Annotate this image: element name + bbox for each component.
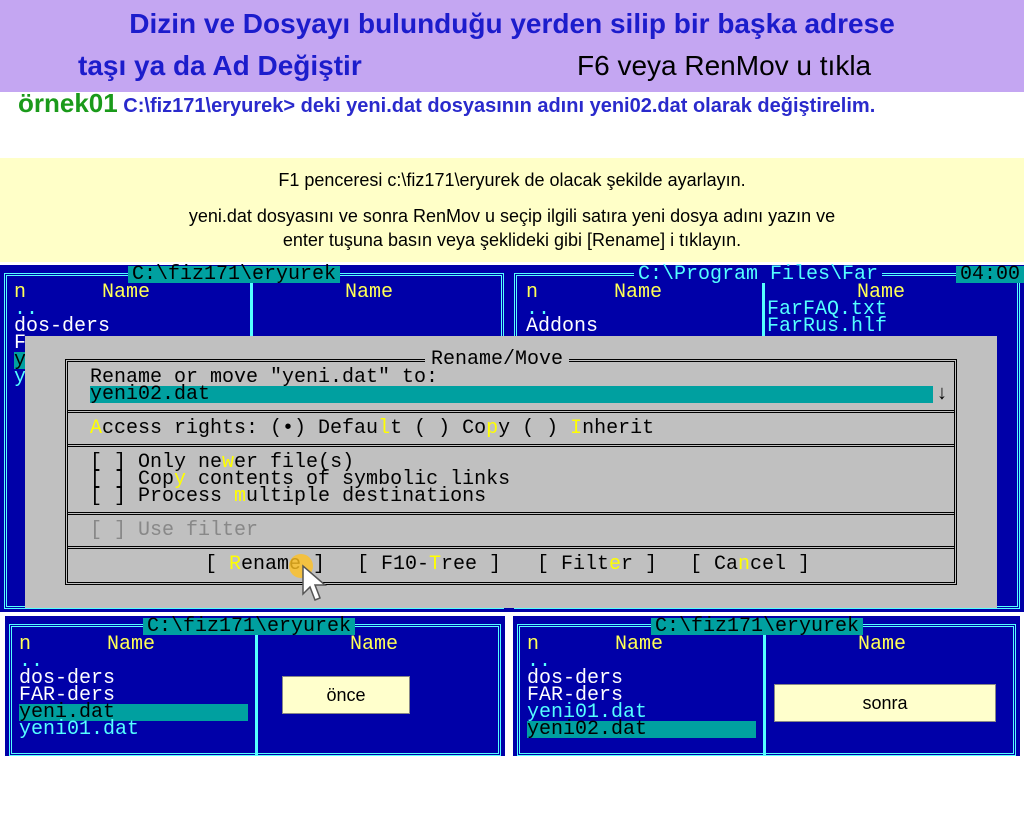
file-item[interactable]: dos-ders [14, 317, 110, 337]
note-3: enter tuşuna basın veya şeklideki gibi [… [282, 230, 742, 250]
clock: 04:00 [956, 265, 1024, 285]
panel-path: C:\fiz171\eryurek [143, 617, 356, 637]
file-item[interactable]: yeni01.dat [19, 720, 139, 740]
col-name: Name [102, 281, 151, 304]
right-path: C:\Program Files\Far [634, 265, 883, 285]
instruction-box: F1 penceresi c:\fiz171\eryurek de olacak… [0, 158, 1024, 262]
shortcut-hint: F6 veya RenMov u tıkla [577, 50, 872, 81]
cancel-button[interactable]: [ Cancel ] [690, 555, 810, 575]
col-name: Name [350, 633, 399, 656]
rename-move-dialog: Rename/Move Rename or move "yeni.dat" to… [25, 336, 997, 608]
col-name: Name [345, 281, 394, 304]
checkbox-multiple-dest[interactable]: [ ] Process multiple destinations [90, 487, 486, 507]
file-item[interactable]: Addons [526, 317, 598, 337]
note-2: yeni.dat dosyasını ve sonra RenMov u seç… [188, 206, 836, 226]
col-name: Name [615, 633, 664, 656]
left-path: C:\fiz171\eryurek [128, 265, 341, 285]
new-name-input[interactable]: yeni02.dat [90, 383, 933, 406]
label-after: sonra [774, 684, 996, 722]
slide-title-2: taşı ya da Ad Değiştir [78, 50, 362, 81]
panel-after: C:\fiz171\eryurek n Name Name .. dos-der… [513, 616, 1020, 756]
panel-path: C:\fiz171\eryurek [651, 617, 864, 637]
note-1: F1 penceresi c:\fiz171\eryurek de olacak… [278, 170, 746, 190]
checkbox-use-filter: [ ] Use filter [90, 519, 259, 542]
history-arrow-icon[interactable]: ↓ [936, 385, 948, 405]
slide-title: Dizin ve Dosyayı bulunduğu yerden silip … [129, 8, 895, 39]
file-item[interactable]: FarRus.hlf [767, 317, 887, 337]
dialog-title: Rename/Move [425, 350, 570, 370]
col-name: Name [858, 633, 907, 656]
access-rights[interactable]: Access rights: (•) Default ( ) Copy ( ) … [90, 419, 654, 439]
example-label: örnek01 [18, 88, 118, 118]
col-name: Name [107, 633, 156, 656]
mouse-cursor-icon [289, 554, 328, 601]
file-item-selected[interactable]: yeni02.dat [527, 720, 756, 740]
tree-button[interactable]: [ F10-Tree ] [357, 555, 501, 575]
new-name-value: yeni02.dat [90, 383, 211, 406]
col-name: Name [614, 281, 663, 304]
filter-button[interactable]: [ Filter ] [537, 555, 657, 575]
panel-before: C:\fiz171\eryurek n Name Name .. dos-der… [5, 616, 505, 756]
label-before: önce [282, 676, 410, 714]
example-desc: C:\fiz171\eryurek> deki yeni.dat dosyası… [117, 95, 876, 117]
example-text: örnek01 C:\fiz171\eryurek> deki yeni.dat… [18, 88, 1008, 122]
